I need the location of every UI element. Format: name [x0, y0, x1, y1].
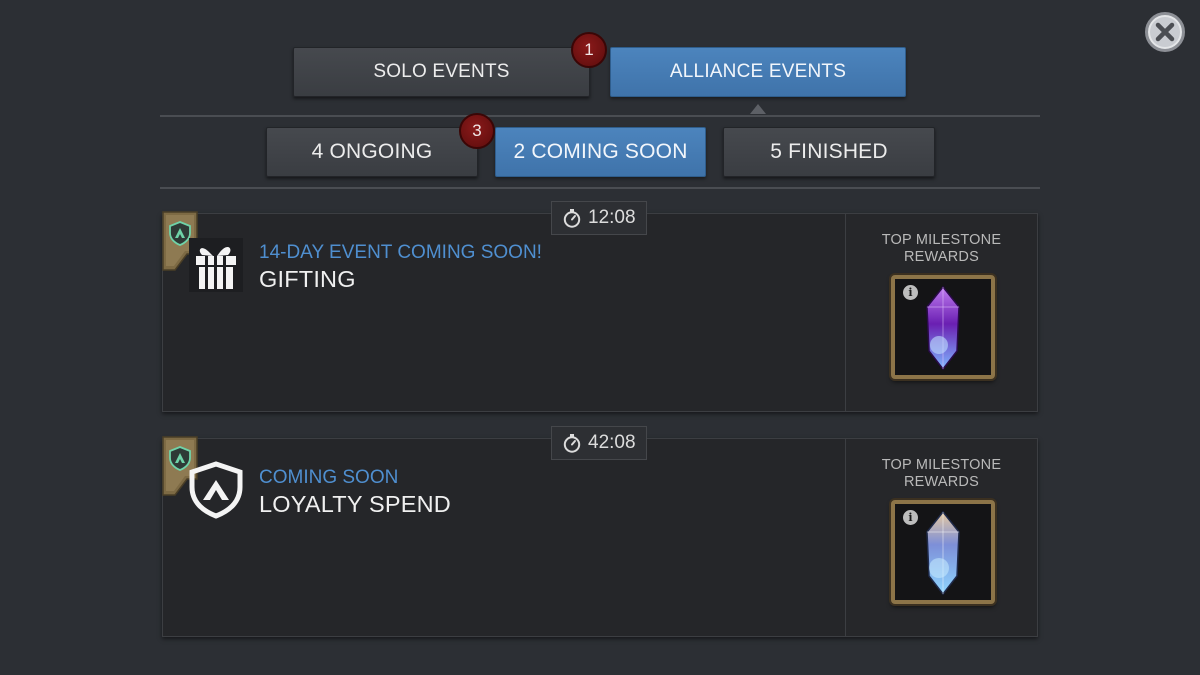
- rewards-label: TOP MILESTONE REWARDS: [881, 457, 1002, 490]
- stopwatch-icon: [563, 434, 581, 453]
- tab-coming-soon[interactable]: 2 COMING SOON: [495, 127, 706, 177]
- reward-item[interactable]: i: [891, 275, 995, 379]
- event-timer-text: 12:08: [588, 207, 636, 228]
- event-timer: 12:08: [551, 201, 647, 235]
- info-icon[interactable]: i: [903, 510, 918, 525]
- tab-alliance-events-label: ALLIANCE EVENTS: [669, 61, 847, 82]
- tab-ongoing[interactable]: 4 ONGOING: [266, 127, 478, 177]
- tab-solo-events-label: SOLO EVENTS: [373, 61, 510, 82]
- milestone-rewards-panel: TOP MILESTONE REWARDS i: [845, 439, 1037, 636]
- tab-coming-soon-label: 2 COMING SOON: [513, 140, 688, 163]
- tab-solo-events[interactable]: SOLO EVENTS: [293, 47, 590, 97]
- gift-icon: [189, 238, 243, 292]
- notification-badge-sub-count: 3: [472, 121, 482, 140]
- event-title: GIFTING: [259, 266, 356, 292]
- event-card-loyalty-spend[interactable]: COMING SOON LOYALTY SPEND 42:08 TOP MILE…: [162, 426, 1038, 637]
- notification-badge-sub: 3: [459, 113, 495, 149]
- tab-finished-label: 5 FINISHED: [770, 140, 888, 163]
- close-icon: [1155, 22, 1175, 42]
- event-title: LOYALTY SPEND: [259, 491, 451, 517]
- active-tab-caret: [750, 104, 766, 114]
- divider-bottom: [160, 187, 1040, 189]
- event-timer-text: 42:08: [588, 432, 636, 453]
- event-card-gifting[interactable]: 14-DAY EVENT COMING SOON! GIFTING 12:08 …: [162, 201, 1038, 412]
- event-timer: 42:08: [551, 426, 647, 460]
- event-subtitle: COMING SOON: [259, 467, 399, 488]
- event-subtitle: 14-DAY EVENT COMING SOON!: [259, 242, 542, 263]
- alliance-shield-icon: [189, 461, 243, 519]
- tab-finished[interactable]: 5 FINISHED: [723, 127, 935, 177]
- events-screen: SOLO EVENTS ALLIANCE EVENTS 1 4 ONGOING …: [0, 0, 1200, 675]
- rewards-label: TOP MILESTONE REWARDS: [881, 232, 1002, 265]
- milestone-rewards-panel: TOP MILESTONE REWARDS i: [845, 214, 1037, 411]
- reward-item[interactable]: i: [891, 500, 995, 604]
- notification-badge-count: 1: [584, 40, 594, 59]
- tab-alliance-events[interactable]: ALLIANCE EVENTS: [610, 47, 906, 97]
- stopwatch-icon: [563, 209, 581, 228]
- close-button[interactable]: [1145, 12, 1185, 52]
- info-icon[interactable]: i: [903, 285, 918, 300]
- tab-ongoing-label: 4 ONGOING: [311, 140, 433, 163]
- notification-badge: 1: [571, 32, 607, 68]
- divider-top: [160, 115, 1040, 117]
